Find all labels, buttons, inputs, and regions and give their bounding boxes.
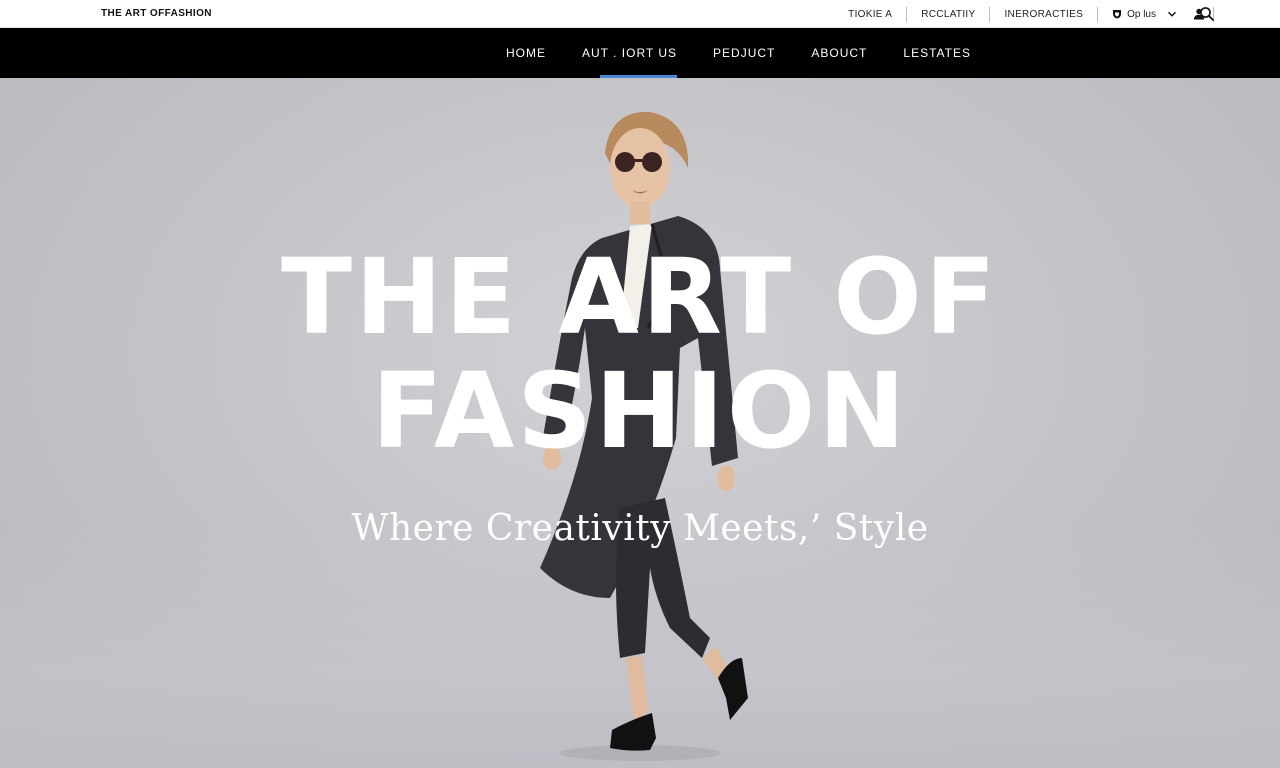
utility-link-3[interactable]: Ineroracties <box>990 9 1097 20</box>
nav-items: HOME AUT . IORT US PEDJUCT ABOUCT LESTAT… <box>488 28 989 78</box>
hero-title: THE ART OF FASHION <box>0 240 1280 468</box>
chevron-down-icon <box>1167 11 1177 17</box>
language-label: Op lus <box>1127 8 1156 20</box>
globe-icon <box>1113 10 1122 19</box>
nav-item-estates[interactable]: LESTATES <box>885 28 989 78</box>
hero-subtitle: Where Creativity Meets,’ Style <box>351 508 929 549</box>
utility-bar: THE ART OFFASHION TIOKIE a RCCLATIIY Ine… <box>0 0 1280 28</box>
nav-item-home[interactable]: HOME <box>488 28 564 78</box>
hero-section: THE ART OF FASHION Where Creativity Meet… <box>0 78 1280 768</box>
nav-item-about[interactable]: ABOUCT <box>793 28 885 78</box>
nav-item-product[interactable]: PEDJUCT <box>695 28 793 78</box>
brand-logo[interactable]: THE ART OFFASHION <box>101 8 212 19</box>
hero-title-line-1: THE ART OF <box>281 236 999 358</box>
search-icon <box>1200 7 1214 21</box>
utility-links: TIOKIE a RCCLATIIY Ineroracties Op lus <box>834 0 1214 28</box>
main-nav: HOME AUT . IORT US PEDJUCT ABOUCT LESTAT… <box>0 28 1280 78</box>
utility-link-1[interactable]: TIOKIE a <box>834 9 906 20</box>
search-button[interactable] <box>1198 5 1216 23</box>
hero-title-line-2: FASHION <box>371 350 909 472</box>
utility-link-2[interactable]: RCCLATIIY <box>907 9 989 20</box>
nav-item-about-us[interactable]: AUT . IORT US <box>564 28 695 78</box>
language-selector[interactable]: Op lus <box>1098 9 1185 20</box>
